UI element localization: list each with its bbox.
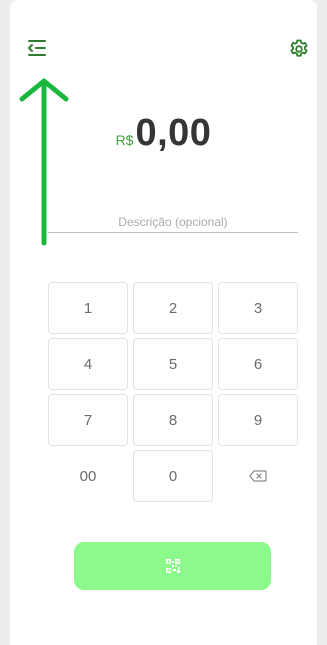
key-5[interactable]: 5 [133, 338, 213, 390]
key-1[interactable]: 1 [48, 282, 128, 334]
qr-code-icon [165, 559, 180, 573]
menu-button[interactable] [26, 38, 48, 58]
settings-button[interactable] [287, 37, 311, 61]
currency-symbol: R$ [115, 132, 134, 148]
menu-collapse-icon [27, 40, 46, 56]
key-6[interactable]: 6 [218, 338, 298, 390]
key-00[interactable]: 00 [48, 450, 128, 502]
description-input[interactable] [48, 212, 298, 233]
numeric-keypad: 1 2 3 4 5 6 7 8 9 00 0 [48, 282, 298, 502]
backspace-icon [249, 470, 267, 482]
key-7[interactable]: 7 [48, 394, 128, 446]
key-3[interactable]: 3 [218, 282, 298, 334]
gear-icon [290, 39, 308, 57]
key-2[interactable]: 2 [133, 282, 213, 334]
amount-display: R$ 0,00 [0, 112, 327, 162]
amount-value: 0,00 [135, 112, 212, 154]
backspace-button[interactable] [218, 450, 298, 502]
key-0[interactable]: 0 [133, 450, 213, 502]
key-8[interactable]: 8 [133, 394, 213, 446]
key-9[interactable]: 9 [218, 394, 298, 446]
generate-qr-button[interactable] [74, 542, 271, 590]
key-4[interactable]: 4 [48, 338, 128, 390]
